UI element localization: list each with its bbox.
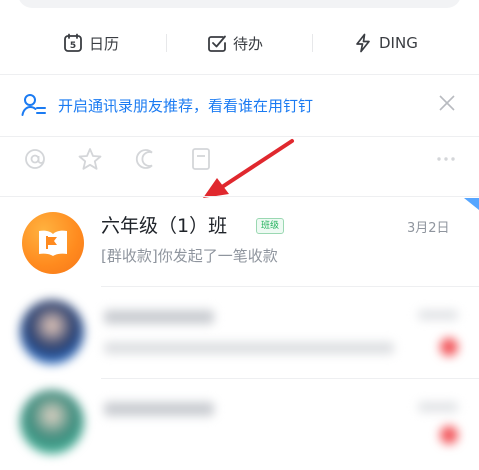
calendar-icon: 5 bbox=[64, 33, 82, 52]
ding-button[interactable]: DING bbox=[353, 22, 418, 64]
chat-item-blurred[interactable] bbox=[0, 288, 479, 378]
close-icon[interactable] bbox=[436, 92, 458, 114]
avatar bbox=[20, 390, 84, 454]
avatar bbox=[20, 300, 84, 364]
more-icon[interactable] bbox=[433, 146, 459, 172]
blurred-preview bbox=[104, 342, 394, 354]
chat-title: 六年级（1）班 bbox=[101, 215, 228, 237]
red-arrow-annotation bbox=[203, 139, 294, 198]
quick-divider-2 bbox=[312, 34, 313, 52]
class-group-badge: 班级 bbox=[256, 218, 285, 234]
calendar-button[interactable]: 5 日历 bbox=[63, 22, 119, 64]
divider bbox=[101, 378, 479, 379]
quick-actions-row: 5 日历 待办 DING bbox=[0, 22, 479, 64]
unread-badge bbox=[440, 426, 458, 444]
divider bbox=[101, 286, 479, 287]
chat-item-blurred[interactable] bbox=[0, 380, 479, 470]
star-icon[interactable] bbox=[77, 146, 103, 172]
blurred-date bbox=[418, 310, 458, 320]
book-icon bbox=[39, 230, 67, 256]
calendar-label: 日历 bbox=[89, 34, 120, 53]
blurred-title bbox=[104, 402, 214, 416]
blurred-date bbox=[418, 402, 458, 412]
blurred-title bbox=[104, 310, 214, 324]
ding-bolt-icon bbox=[356, 33, 370, 53]
unread-badge bbox=[440, 338, 458, 356]
contacts-recommend-banner[interactable]: 开启通讯录朋友推荐，看看谁在用钉钉 bbox=[0, 84, 479, 126]
ding-label: DING bbox=[379, 34, 418, 52]
moon-icon[interactable] bbox=[133, 146, 159, 172]
todo-button[interactable]: 待办 bbox=[207, 22, 263, 64]
chat-date: 3月2日 bbox=[407, 221, 450, 236]
top-bar-edge bbox=[18, 0, 461, 8]
divider bbox=[0, 74, 479, 75]
todo-check-icon bbox=[208, 35, 226, 52]
svg-text:5: 5 bbox=[70, 41, 76, 51]
chat-item-class-group[interactable]: 六年级（1）班 班级 3月2日 [群收款]你发起了一笔收款 bbox=[0, 196, 479, 286]
chat-preview: [群收款]你发起了一笔收款 bbox=[101, 247, 278, 265]
todo-label: 待办 bbox=[233, 34, 264, 53]
group-avatar bbox=[22, 212, 84, 274]
quick-divider-1 bbox=[166, 34, 167, 52]
at-icon[interactable] bbox=[22, 146, 48, 172]
banner-text: 开启通讯录朋友推荐，看看谁在用钉钉 bbox=[58, 97, 314, 115]
add-contact-icon bbox=[21, 94, 46, 116]
